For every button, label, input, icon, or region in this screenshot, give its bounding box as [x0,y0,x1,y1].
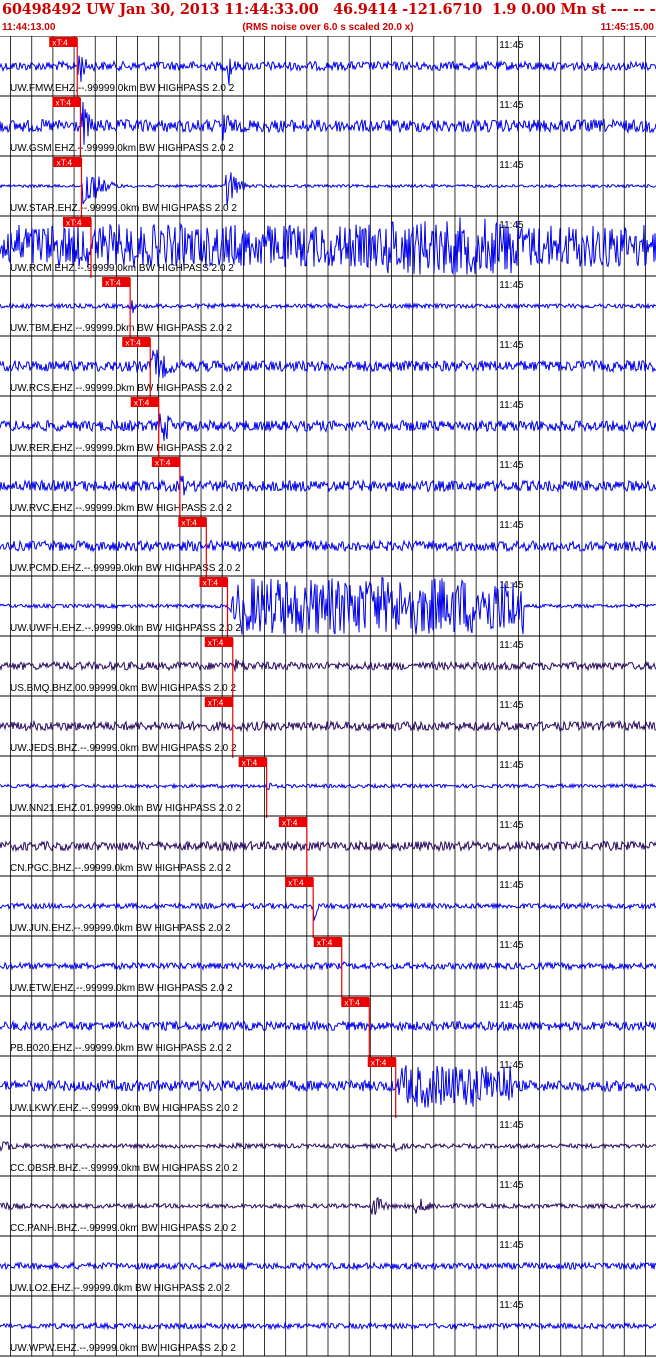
minute-tick-label: 11:45 [499,820,524,831]
event-title: 60498492 UW Jan 30, 2013 11:44:33.00 46.… [2,1,656,18]
pick-label: xT:4 [105,278,121,288]
end-time-label: 11:45:15.00 [600,22,654,33]
station-label: CC.OBSR.BHZ.--.99999.0km BW HIGHPASS 2.0… [10,1163,238,1174]
minute-tick-label: 11:45 [499,640,524,651]
minute-tick-label: 11:45 [499,520,524,531]
pick-label: xT:4 [371,1058,387,1068]
minute-tick-label: 11:45 [499,460,524,471]
seismogram-plot: 11:45 UW.FMW.EHZ.--.99999.0km BW HIGHPASS… [0,36,656,1357]
station-label: UW.GSM.EHZ.--.99999.0km BW HIGHPASS 2.0 … [10,143,234,154]
station-label: UW.JUN.EHZ.--.99999.0km BW HIGHPASS 2.0 … [10,923,231,934]
minute-tick-label: 11:45 [499,1120,524,1131]
minute-tick-label: 11:45 [499,700,524,711]
pick-label: xT:4 [282,818,298,828]
station-label: UW.UWFH.EHZ.--.99999.0km BW HIGHPASS 2.0… [10,623,241,634]
minute-tick-label: 11:45 [499,280,524,291]
station-label: US.BMQ.BHZ.00.99999.0km BW HIGHPASS 2.0 … [10,683,236,694]
minute-tick-label: 11:45 [499,160,524,171]
minute-tick-label: 11:45 [499,220,524,231]
pick-label: xT:4 [52,38,68,48]
station-label: UW.ETW.EHZ.--.99999.0km BW HIGHPASS 2.0 … [10,983,233,994]
minute-tick-label: 11:45 [499,1000,524,1011]
minute-tick-label: 11:45 [499,880,524,891]
rms-note: (RMS noise over 6.0 s scaled 20.0 x) [242,22,414,33]
station-label: CN.PGC.BHZ.--.99999.0km BW HIGHPASS 2.0 … [10,863,231,874]
station-label: UW.RER.EHZ.--.99999.0km BW HIGHPASS 2.0 … [10,443,233,454]
pick-label: xT:4 [208,638,224,648]
minute-tick-label: 11:45 [499,1300,524,1311]
station-label: UW.STAR.EHZ.--.99999.0km BW HIGHPASS 2.0… [10,203,237,214]
pick-label: xT:4 [288,878,304,888]
station-label: UW.RCS.EHZ.--.99999.0km BW HIGHPASS 2.0 … [10,383,233,394]
minute-tick-label: 11:45 [499,100,524,111]
station-label: PB.B020.EHZ.--.99999.0km BW HIGHPASS 2.0… [10,1043,232,1054]
pick-label: xT:4 [56,158,72,168]
station-label: UW.JEDS.BHZ.--.99999.0km BW HIGHPASS 2.0… [10,743,237,754]
plot-header: 60498492 UW Jan 30, 2013 11:44:33.00 46.… [0,0,656,36]
station-label: UW.WPW.EHZ.--.99999.0km BW HIGHPASS 2.0 … [10,1343,236,1354]
station-label: UW.LKWY.EHZ.--.99999.0km BW HIGHPASS 2.0… [10,1103,238,1114]
station-label: UW.TBM.EHZ.--.99999.0km BW HIGHPASS 2.0 … [10,323,233,334]
pick-label: xT:4 [202,578,218,588]
pick-label: xT:4 [242,758,258,768]
pick-label: xT:4 [125,338,141,348]
pick-label: xT:4 [317,938,333,948]
minute-tick-label: 11:45 [499,1180,524,1191]
minute-tick-label: 11:45 [499,580,524,591]
minute-tick-label: 11:45 [499,40,524,51]
pick-label: xT:4 [181,518,197,528]
station-label: UW.RVC.EHZ.--.99999.0km BW HIGHPASS 2.0 … [10,503,232,514]
minute-tick-label: 11:45 [499,340,524,351]
station-label: UW.RCM.EHZ.--.99999.0km BW HIGHPASS 2.0 … [10,263,234,274]
station-label: UW.NN21.EHZ.01.99999.0km BW HIGHPASS 2.0… [10,803,241,814]
minute-tick-label: 11:45 [499,1240,524,1251]
pick-label: xT:4 [66,218,82,228]
station-label: CC.PANH.BHZ.--.99999.0km BW HIGHPASS 2.0… [10,1223,237,1234]
station-label: UW.FMW.EHZ.--.99999.0km BW HIGHPASS 2.0 … [10,83,235,94]
minute-tick-label: 11:45 [499,1060,524,1071]
pick-label: xT:4 [55,98,71,108]
minute-tick-label: 11:45 [499,940,524,951]
pick-label: xT:4 [208,698,224,708]
station-label: UW.LO2.EHZ.--.99999.0km BW HIGHPASS 2.0 … [10,1283,230,1294]
pick-label: xT:4 [155,458,171,468]
pick-label: xT:4 [134,398,150,408]
pick-label: xT:4 [344,998,360,1008]
minute-tick-label: 11:45 [499,400,524,411]
minute-tick-label: 11:45 [499,760,524,771]
